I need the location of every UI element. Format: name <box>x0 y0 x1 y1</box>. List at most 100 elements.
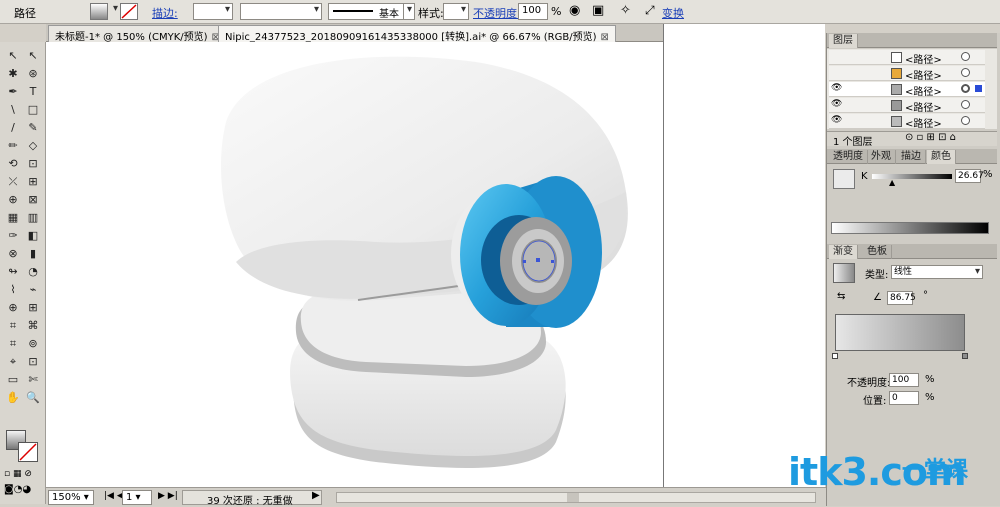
color-mode-icons[interactable]: ▫ ▦ ⊘ <box>4 469 44 479</box>
tool-button[interactable]: ⊡ <box>24 354 42 370</box>
tool-button[interactable]: ⊠ <box>24 192 42 208</box>
artboard-canvas[interactable] <box>46 42 663 487</box>
stroke-swatch[interactable] <box>120 3 138 20</box>
layer-actions-icons[interactable]: ⊙ ▫ ⊞ ⊡ ⌂ <box>905 132 956 143</box>
angle-field[interactable]: 86.75 <box>887 291 916 305</box>
tab-nipic[interactable]: Nipic_24377523_20180909161435338000 [转换]… <box>218 25 616 43</box>
gradient-stop-end[interactable] <box>962 353 968 359</box>
tool-button[interactable]: ⌖ <box>4 354 22 370</box>
layer-row-selected[interactable]: 👁 <路径> <box>829 82 985 98</box>
tool-button[interactable]: ⤫ <box>4 174 22 190</box>
color-fill-preview[interactable] <box>833 169 855 189</box>
tool-button[interactable]: ✄ <box>24 372 42 388</box>
tab-appearance[interactable]: 外观 <box>867 150 896 164</box>
tool-button[interactable]: 🔍 <box>24 390 42 406</box>
tool-button[interactable]: □ <box>24 102 42 118</box>
target-icon[interactable] <box>961 84 970 93</box>
target-icon[interactable] <box>961 116 970 125</box>
gradient-ramp[interactable] <box>835 314 965 351</box>
tab-layers[interactable]: 图层 <box>829 34 858 48</box>
tool-button[interactable]: ⊗ <box>4 246 22 262</box>
tool-button[interactable]: ▮ <box>24 246 42 262</box>
gradient-preview[interactable] <box>833 263 855 283</box>
style-dropdown[interactable] <box>443 3 469 20</box>
tool-button[interactable]: ⊚ <box>24 336 42 352</box>
gradient-type-dropdown[interactable]: 线性 <box>891 265 983 279</box>
tool-button[interactable]: ⊡ <box>24 156 42 172</box>
fill-swatch[interactable] <box>90 3 108 20</box>
tool-button[interactable]: ⌗ <box>4 336 22 352</box>
target-icon[interactable] <box>961 100 970 109</box>
next-page-icon[interactable]: ▶ ▶| <box>158 491 178 501</box>
stop-location-field[interactable]: 0 <box>889 391 919 405</box>
tool-button[interactable]: ◇ <box>24 138 42 154</box>
fill-dropdown[interactable] <box>108 3 120 20</box>
tool-button[interactable]: ↬ <box>4 264 22 280</box>
tab-transparency[interactable]: 透明度 <box>829 150 868 164</box>
tool-button[interactable]: ◧ <box>24 228 42 244</box>
tool-button[interactable]: ↖ <box>24 48 42 64</box>
tool-button[interactable]: ⊕ <box>4 192 22 208</box>
stroke-weight-field[interactable] <box>193 3 233 20</box>
tool-button[interactable]: ◔ <box>24 264 42 280</box>
tool-button[interactable]: ▭ <box>4 372 22 388</box>
tool-button[interactable]: ✎ <box>24 120 42 136</box>
stroke-link[interactable]: 描边: <box>152 5 178 21</box>
status-info[interactable]: 39 次还原 : 无重做 <box>182 490 322 507</box>
scroll-thumb[interactable] <box>567 493 579 502</box>
target-icon[interactable] <box>961 52 970 61</box>
stop-opacity-field[interactable]: 100 <box>889 373 919 387</box>
layer-row[interactable]: 👁 <路径> <box>829 114 985 130</box>
tool-button[interactable]: \ <box>4 102 22 118</box>
tool-button[interactable]: / <box>4 120 22 136</box>
stroke-profile-field[interactable]: 基本 <box>328 3 404 20</box>
tab-stroke[interactable]: 描边 <box>897 150 926 164</box>
opacity-link[interactable]: 不透明度: <box>473 5 521 21</box>
color-ramp[interactable] <box>831 222 989 234</box>
tool-button[interactable]: ✋ <box>4 390 22 406</box>
eye-icon[interactable]: 👁 <box>831 99 842 109</box>
target-icon[interactable] <box>961 68 970 77</box>
draw-mode-icons[interactable]: ◙◔◕ <box>4 484 44 496</box>
recolor-icon[interactable]: ◉ <box>569 3 580 18</box>
tool-button[interactable]: ⟲ <box>4 156 22 172</box>
tool-button[interactable]: ⌗ <box>4 318 22 334</box>
tool-button[interactable]: ✑ <box>4 228 22 244</box>
slider-handle-icon[interactable]: ▲ <box>889 178 895 187</box>
tab-gradient[interactable]: 渐变 <box>829 245 858 259</box>
eye-icon[interactable]: 👁 <box>831 83 842 93</box>
fullscreen-icon[interactable]: ⤢ <box>645 3 655 18</box>
variable-width-field[interactable] <box>240 3 322 20</box>
reverse-gradient-icon[interactable]: ⇆ <box>837 291 845 302</box>
tool-button[interactable]: ✒ <box>4 84 22 100</box>
tool-button[interactable]: ⌁ <box>24 282 42 298</box>
tab-swatches[interactable]: 色板 <box>863 245 892 259</box>
tool-button[interactable]: ✱ <box>4 66 22 82</box>
first-page-icon[interactable]: |◀ ◀ <box>104 491 124 501</box>
tool-button[interactable]: ⊕ <box>4 300 22 316</box>
gradient-stop-start[interactable] <box>832 353 838 359</box>
tool-button[interactable]: ⊛ <box>24 66 42 82</box>
align-icon[interactable]: ▣ <box>592 3 604 18</box>
opacity-field[interactable]: 100 <box>518 3 548 20</box>
eye-icon[interactable]: 👁 <box>831 115 842 125</box>
transform-link[interactable]: 变换 <box>662 5 684 21</box>
k-slider[interactable] <box>872 174 952 179</box>
status-menu-icon[interactable]: ▶ <box>312 490 320 501</box>
layer-row[interactable]: 👁 <路径> <box>829 98 985 114</box>
tool-button[interactable]: ▦ <box>4 210 22 226</box>
tool-button[interactable]: ▥ <box>24 210 42 226</box>
tab-untitled[interactable]: 未标题-1* @ 150% (CMYK/预览) ⊠ <box>48 25 227 43</box>
tool-button[interactable]: ⊞ <box>24 174 42 190</box>
tool-button[interactable]: ⊞ <box>24 300 42 316</box>
stroke-profile-dropdown[interactable] <box>403 3 415 20</box>
page-field[interactable]: 1 ▾ <box>122 490 152 505</box>
stroke-color-swatch[interactable] <box>18 442 38 462</box>
tool-button[interactable]: ↖ <box>4 48 22 64</box>
layer-row[interactable]: <路径> <box>829 50 985 66</box>
tool-button[interactable]: ✏ <box>4 138 22 154</box>
tool-button[interactable]: ⌘ <box>24 318 42 334</box>
k-value-field[interactable]: 26.67 <box>955 169 984 183</box>
isolate-icon[interactable]: ✧ <box>620 3 631 18</box>
tab-color[interactable]: 颜色 <box>927 150 956 164</box>
